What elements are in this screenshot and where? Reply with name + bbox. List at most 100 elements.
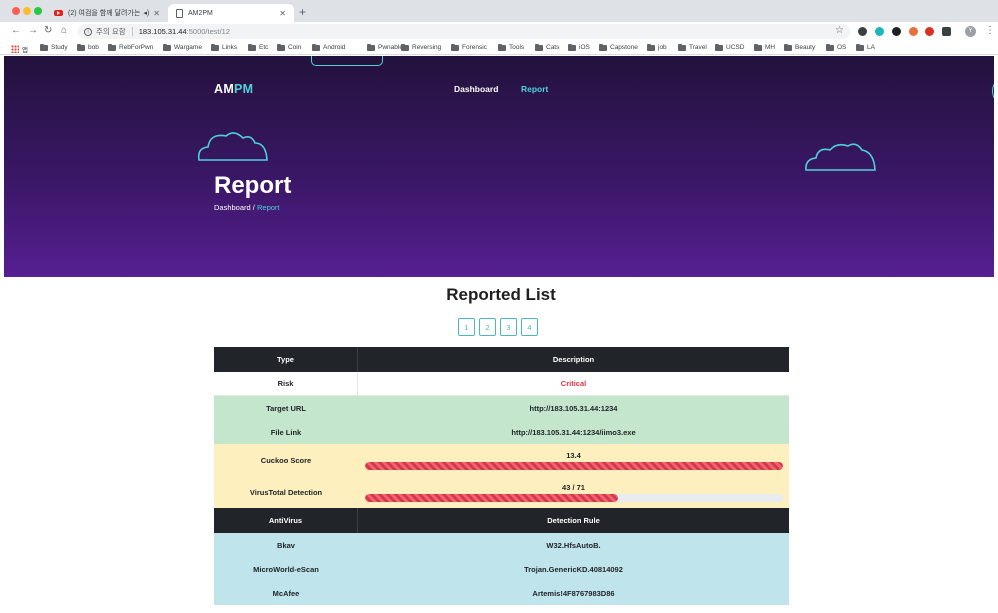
antivirus-engine: Bkav — [277, 540, 295, 550]
extension-icon[interactable] — [875, 27, 884, 36]
browser-tab-youtube[interactable]: (2) 여검을 함께 달려가는 노드... ◂) ✕ — [46, 4, 168, 22]
file-link-value[interactable]: http://183.105.31.44:1234/iimo3.exe — [358, 420, 789, 444]
maximize-window-button[interactable] — [34, 7, 42, 15]
bookmark-label: Cats — [546, 44, 560, 51]
breadcrumb-home-link[interactable]: Dashboard — [214, 203, 251, 212]
bookmarks-bar: 앱 Study bob RebForPwn Wargame Links Etc Coin And… — [0, 41, 998, 55]
bookmark-label: OS — [837, 44, 847, 51]
page-button-1[interactable]: 1 — [458, 318, 475, 336]
bookmark-item[interactable]: Reversing — [401, 43, 442, 51]
virustotal-label: VirusTotal Detection — [249, 487, 323, 497]
detection-rule: Trojan.GenericKD.40814092 — [524, 564, 623, 574]
bookmark-item[interactable]: Capstone — [599, 43, 638, 51]
folder-icon — [826, 43, 834, 51]
page-button-3[interactable]: 3 — [500, 318, 517, 336]
cloud-icon — [197, 132, 268, 161]
address-bar[interactable]: i 주의 요함 183.105.31.44 :5000/test/12 ☆ — [78, 24, 850, 39]
folder-icon — [568, 43, 576, 51]
virustotal-value: 43 / 71 — [562, 482, 585, 492]
folder-icon — [678, 43, 686, 51]
bookmark-item[interactable]: Links — [211, 43, 237, 51]
cuckoo-score-progress-fill — [364, 461, 783, 470]
bookmark-label: Study — [51, 44, 68, 51]
bookmark-item[interactable]: LA — [856, 43, 875, 51]
file-link-label: File Link — [270, 427, 302, 437]
target-url-label: Target URL — [266, 403, 306, 413]
page-button-4[interactable]: 4 — [521, 318, 538, 336]
bookmark-item[interactable]: UCSD — [715, 43, 745, 51]
target-url-value[interactable]: http://183.105.31.44:1234 — [358, 396, 789, 420]
logo-suffix: PM — [234, 82, 254, 96]
folder-icon — [647, 43, 655, 51]
bookmark-item[interactable]: RebForPwn — [108, 43, 153, 51]
folder-icon — [715, 43, 723, 51]
apps-grid-icon — [11, 45, 19, 53]
folder-icon — [856, 43, 864, 51]
back-arrow-icon[interactable]: ← — [11, 25, 21, 36]
cuckoo-score-progress — [364, 461, 783, 470]
info-icon[interactable]: i — [84, 27, 92, 36]
document-icon — [176, 8, 183, 18]
bookmark-label: Tools — [509, 44, 525, 51]
nav-dashboard-link[interactable]: Dashboard — [454, 84, 498, 94]
pagination: 1 2 3 4 — [458, 318, 538, 336]
reload-icon[interactable]: ↻ — [44, 25, 52, 36]
close-tab-icon[interactable]: ✕ — [153, 9, 160, 18]
bookmark-item[interactable]: Travel — [678, 43, 707, 51]
extension-icon[interactable] — [942, 27, 951, 36]
table-header: Type Description — [214, 347, 789, 372]
bookmark-item[interactable]: Tools — [498, 43, 525, 51]
cuckoo-score-value: 13.4 — [566, 450, 581, 460]
new-tab-button[interactable]: + — [299, 5, 306, 19]
report-table: Type Description Risk Critical Target UR… — [214, 347, 789, 605]
minimize-window-button[interactable] — [23, 7, 31, 15]
bookmark-label: UCSD — [726, 44, 745, 51]
bookmark-item[interactable]: Wargame — [163, 43, 202, 51]
bookmark-label: Reversing — [412, 44, 442, 51]
browser-toolbar: ← → ↻ ⌂ i 주의 요함 183.105.31.44 :5000/test… — [0, 22, 998, 41]
header-description: Description — [552, 355, 595, 364]
bookmark-item[interactable]: OS — [826, 43, 847, 51]
profile-avatar[interactable]: Y — [965, 26, 976, 37]
menu-kebab-icon[interactable]: ⋮ — [985, 25, 995, 36]
extension-icon[interactable] — [892, 27, 901, 36]
bookmark-item[interactable]: Study — [40, 43, 68, 51]
bookmark-apps[interactable]: 앱 — [11, 44, 28, 54]
folder-icon — [163, 43, 171, 51]
extension-icon[interactable] — [858, 27, 867, 36]
bookmark-item[interactable]: Etc — [248, 43, 268, 51]
bookmark-item[interactable]: Forensic — [451, 43, 487, 51]
url-host: 183.105.31.44 — [138, 27, 187, 36]
site-logo[interactable]: AMPM — [214, 82, 253, 96]
forward-arrow-icon[interactable]: → — [28, 25, 38, 36]
bookmark-item[interactable]: Android — [312, 43, 346, 51]
browser-tab-active[interactable]: AM2PM ✕ — [168, 4, 294, 22]
bookmark-item[interactable]: Cats — [535, 43, 560, 51]
tab-title: (2) 여검을 함께 달려가는 노드... — [68, 10, 143, 17]
bookmark-item[interactable]: job — [647, 43, 667, 51]
bookmark-label: Android — [323, 44, 346, 51]
folder-icon — [498, 43, 506, 51]
home-icon[interactable]: ⌂ — [61, 25, 67, 36]
bookmark-item[interactable]: bob — [77, 43, 99, 51]
bookmark-star-icon[interactable]: ☆ — [835, 25, 844, 36]
bookmark-item[interactable]: MH — [754, 43, 775, 51]
bookmark-label: bob — [88, 44, 99, 51]
extension-icon[interactable] — [909, 27, 918, 36]
folder-icon — [451, 43, 459, 51]
bookmark-item[interactable]: Coin — [277, 43, 301, 51]
nav-report-link[interactable]: Report — [521, 84, 548, 94]
close-tab-icon[interactable]: ✕ — [279, 9, 286, 18]
folder-icon — [277, 43, 285, 51]
table-row: McAfee Artemis!4F8767983D86 — [214, 581, 789, 605]
extension-icon[interactable] — [925, 27, 934, 36]
bookmark-item[interactable]: Beauty — [784, 43, 815, 51]
table-row-target-url: Target URL http://183.105.31.44:1234 — [214, 396, 789, 420]
close-window-button[interactable] — [12, 7, 20, 15]
speaker-icon[interactable]: ◂) — [143, 9, 149, 17]
page-button-2[interactable]: 2 — [479, 318, 496, 336]
bookmark-item[interactable]: Pwnable — [367, 43, 403, 51]
antivirus-engine: McAfee — [272, 588, 300, 598]
detection-rule: W32.HfsAutoB. — [546, 540, 601, 550]
bookmark-item[interactable]: iOS — [568, 43, 590, 51]
